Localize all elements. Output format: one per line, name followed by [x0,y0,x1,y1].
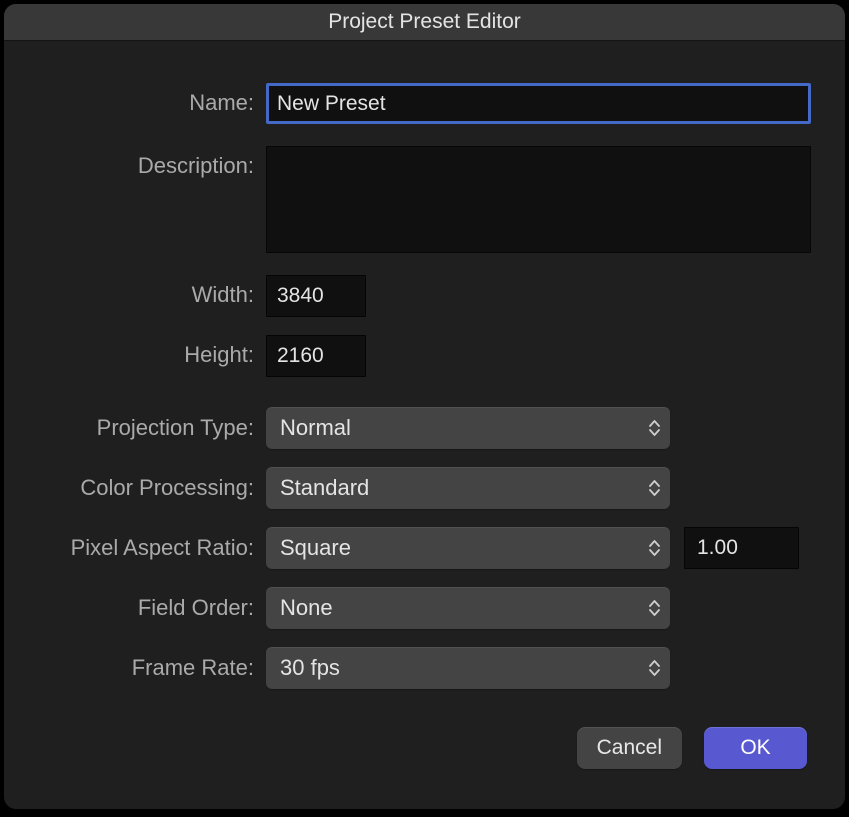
field-order-label: Field Order: [36,587,266,621]
name-input[interactable] [266,83,811,124]
row-width: Width: [36,275,813,317]
description-input[interactable] [266,146,811,253]
frame-rate-value: 30 fps [280,655,340,681]
color-processing-value: Standard [280,475,369,501]
frame-rate-label: Frame Rate: [36,647,266,681]
row-projection-type: Projection Type: Normal [36,407,813,449]
color-processing-select[interactable]: Standard [266,467,670,509]
pixel-aspect-ratio-select[interactable]: Square [266,527,670,569]
height-input[interactable] [266,335,366,377]
pixel-aspect-ratio-input[interactable] [684,527,799,569]
projection-type-label: Projection Type: [36,407,266,441]
window-titlebar: Project Preset Editor [4,4,845,41]
row-field-order: Field Order: None [36,587,813,629]
pixel-aspect-ratio-value: Square [280,535,351,561]
cancel-button[interactable]: Cancel [577,727,682,769]
row-description: Description: [36,146,813,253]
window-title: Project Preset Editor [328,10,521,34]
color-processing-label: Color Processing: [36,467,266,501]
frame-rate-select[interactable]: 30 fps [266,647,670,689]
row-height: Height: [36,335,813,377]
width-input[interactable] [266,275,366,317]
preset-editor-window: Project Preset Editor Name: Description:… [4,4,845,809]
field-order-value: None [280,595,333,621]
row-color-processing: Color Processing: Standard [36,467,813,509]
name-label: Name: [36,83,266,116]
row-frame-rate: Frame Rate: 30 fps [36,647,813,689]
chevron-up-down-icon [649,660,660,676]
field-order-select[interactable]: None [266,587,670,629]
chevron-up-down-icon [649,600,660,616]
ok-button[interactable]: OK [704,727,807,769]
projection-type-select[interactable]: Normal [266,407,670,449]
window-content: Name: Description: Width: Height: Projec [4,41,845,727]
projection-type-value: Normal [280,415,351,441]
chevron-up-down-icon [649,420,660,436]
row-pixel-aspect-ratio: Pixel Aspect Ratio: Square [36,527,813,569]
chevron-up-down-icon [649,480,660,496]
description-label: Description: [36,146,266,179]
row-name: Name: [36,83,813,124]
width-label: Width: [36,275,266,308]
dialog-footer: Cancel OK [4,727,845,809]
chevron-up-down-icon [649,540,660,556]
pixel-aspect-ratio-label: Pixel Aspect Ratio: [36,527,266,561]
height-label: Height: [36,335,266,368]
